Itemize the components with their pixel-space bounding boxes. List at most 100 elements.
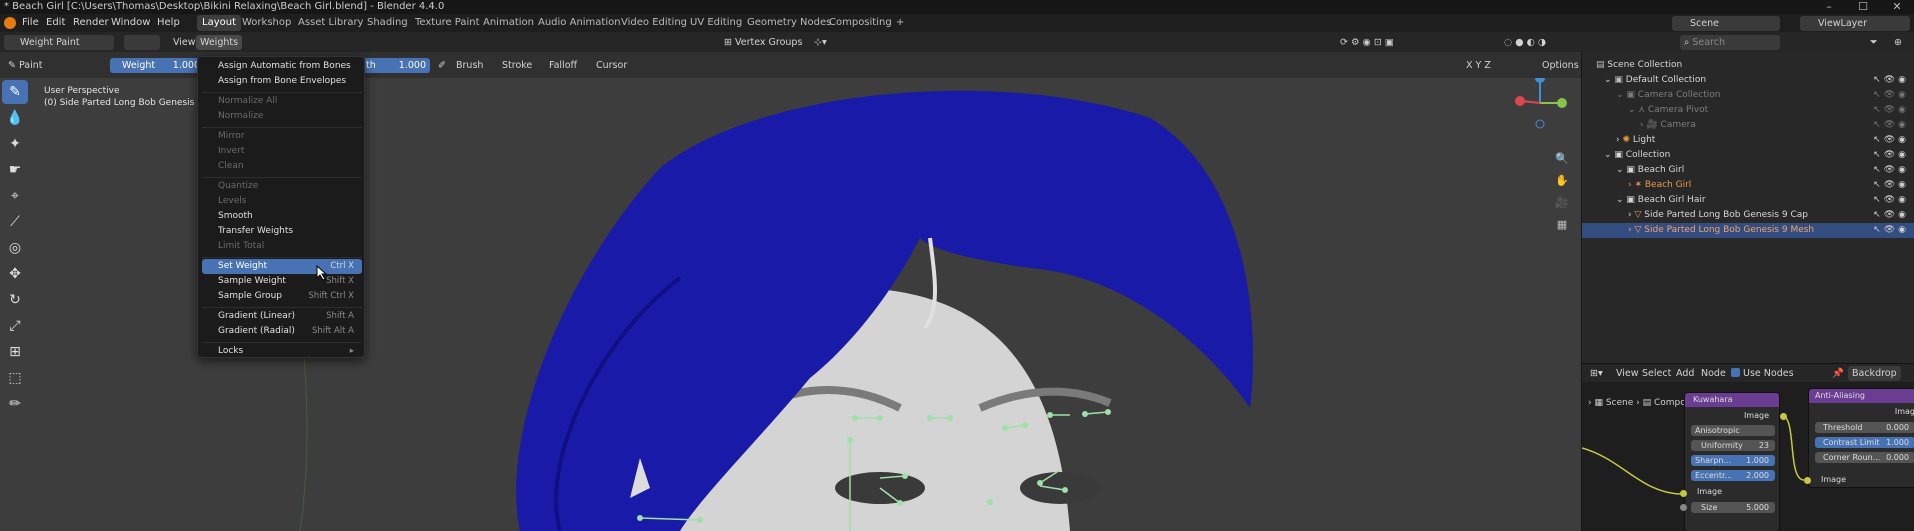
menu-item-levels[interactable]: Levels <box>202 194 362 209</box>
menu-edit[interactable]: Edit <box>42 14 69 32</box>
tab-uv-editing[interactable]: UV Editing <box>685 15 747 31</box>
kuwahara-sharpness-field[interactable]: Sharpn... 1.000 <box>1691 455 1775 466</box>
viewport-nav-buttons[interactable]: 🔍 ✋ 🎥 ▦ <box>1553 148 1571 236</box>
outliner-row-scene-collection[interactable]: ▤ Scene Collection <box>1582 58 1914 73</box>
rotate-tool-icon[interactable]: ↻ <box>2 288 28 312</box>
stroke-menu[interactable]: Stroke <box>498 58 536 73</box>
tab-texture-paint[interactable]: Texture Paint <box>410 15 485 31</box>
outliner-row-camera-collection[interactable]: ⌄ ▣ Camera Collection ↖👁◉ <box>1582 88 1914 103</box>
sample-weight-tool-icon[interactable]: ⌖ <box>2 184 28 208</box>
kuwahara-node[interactable]: Kuwahara Image Anisotropic Uniformity 23 … <box>1684 392 1780 531</box>
outliner-row-hair-cap[interactable]: › ▽ Side Parted Long Bob Genesis 9 Cap ↖… <box>1582 208 1914 223</box>
mode-selector[interactable]: Weight Paint <box>4 35 114 50</box>
menu-item-sample-weight[interactable]: Sample Weight Shift X <box>202 274 362 289</box>
menu-item-gradient-linear[interactable]: Gradient (Linear) Shift A <box>202 309 362 324</box>
outliner-row-beach-girl-collection[interactable]: ⌄ ▣ Beach Girl ↖👁◉ <box>1582 163 1914 178</box>
visibility-icons[interactable]: ↖👁◉ <box>1873 103 1909 118</box>
menu-item-limit-total[interactable]: Limit Total <box>202 239 362 254</box>
tab-geometry-nodes[interactable]: Geometry Nodes <box>742 15 836 31</box>
weight-field[interactable]: Weight 1.000 <box>110 58 204 73</box>
minimize-button[interactable]: – <box>1812 0 1846 14</box>
kuwahara-output-socket[interactable] <box>1780 413 1787 420</box>
menu-item-quantize[interactable]: Quantize <box>202 179 362 194</box>
anti-aliasing-node[interactable]: Anti-Aliasing Imag Threshold 0.000 Contra… <box>1808 388 1914 488</box>
close-button[interactable]: ✕ <box>1880 0 1914 14</box>
menu-item-set-weight[interactable]: Set Weight Ctrl X <box>202 259 362 274</box>
visibility-icons[interactable]: ↖👁◉ <box>1873 148 1909 163</box>
vertex-groups-dropdown[interactable]: ⊞ Vertex Groups <box>720 35 806 50</box>
visibility-icons[interactable]: ↖👁◉ <box>1873 133 1909 148</box>
select-box-tool-icon[interactable]: ⬚ <box>2 366 28 390</box>
cursor-menu[interactable]: Cursor <box>592 58 631 73</box>
menu-item-smooth[interactable]: Smooth <box>202 209 362 224</box>
pressure-icon[interactable]: ✐ <box>434 58 450 73</box>
menu-item-mirror[interactable]: Mirror <box>202 129 362 144</box>
kuwahara-eccentricity-field[interactable]: Eccentr... 2.000 <box>1691 470 1775 481</box>
outliner-row-default-collection[interactable]: ⌄ ▣ Default Collection ↖👁◉ <box>1582 73 1914 88</box>
menu-item-normalize-all[interactable]: Normalize All <box>202 94 362 109</box>
blender-logo-icon[interactable] <box>4 17 16 29</box>
brush-menu[interactable]: Brush <box>452 58 487 73</box>
gradient-tool-icon[interactable]: ⟋ <box>2 210 28 234</box>
falloff-menu[interactable]: Falloff <box>545 58 581 73</box>
tab-asset-library[interactable]: Asset Library <box>293 15 368 31</box>
brush-selector[interactable]: ✎ Paint <box>4 58 104 73</box>
menu-window[interactable]: Window <box>107 14 154 32</box>
shading-toggle-group[interactable] <box>124 35 160 50</box>
scene-selector[interactable]: Scene <box>1672 16 1780 31</box>
menu-help[interactable]: Help <box>153 14 184 32</box>
visibility-icons[interactable]: ↖👁◉ <box>1873 193 1909 208</box>
tab-animation[interactable]: Animation <box>478 15 539 31</box>
menu-item-sample-group[interactable]: Sample Group Shift Ctrl X <box>202 289 362 304</box>
menu-item-normalize[interactable]: Normalize <box>202 109 362 124</box>
transform-tool-icon[interactable]: ⊞ <box>2 340 28 364</box>
tab-compositing[interactable]: Compositing <box>824 15 897 31</box>
visibility-icons[interactable]: ↖👁◉ <box>1873 178 1909 193</box>
outliner-row-collection[interactable]: ⌄ ▣ Collection ↖👁◉ <box>1582 148 1914 163</box>
maximize-button[interactable]: ☐ <box>1846 0 1880 14</box>
viewport-shading-icons[interactable]: ◌ ● ◐ ◑ <box>1500 35 1550 50</box>
blur-tool-icon[interactable]: 💧 <box>2 106 28 130</box>
antialias-threshold-field[interactable]: Threshold 0.000 <box>1815 422 1914 433</box>
cursor-tool-icon[interactable]: ◎ <box>2 236 28 260</box>
menu-item-invert[interactable]: Invert <box>202 144 362 159</box>
menu-item-clean[interactable]: Clean <box>202 159 362 174</box>
outliner-row-camera[interactable]: › 🎥 Camera ↖👁◉ <box>1582 118 1914 133</box>
filter-icon[interactable]: ⏷ <box>1866 35 1882 50</box>
menu-weights[interactable]: Weights <box>196 35 243 50</box>
outliner-row-light[interactable]: › ✺ Light ↖👁◉ <box>1582 133 1914 148</box>
average-tool-icon[interactable]: ✦ <box>2 132 28 156</box>
visibility-icons[interactable]: ↖👁◉ <box>1873 208 1909 223</box>
outliner-row-camera-pivot[interactable]: ⌄ ⋏ Camera Pivot ↖👁◉ <box>1582 103 1914 118</box>
view-options-icon[interactable]: ⊹▾ <box>810 35 831 50</box>
visibility-icons[interactable]: ↖👁◉ <box>1873 118 1909 133</box>
draw-tool-icon[interactable]: ✎ <box>2 80 28 104</box>
outliner-search[interactable]: ⌕ Search <box>1680 35 1780 50</box>
antialias-contrast-field[interactable]: Contrast Limit 1.000 <box>1815 437 1914 448</box>
visibility-icons[interactable]: ↖👁◉ <box>1873 73 1909 88</box>
scale-tool-icon[interactable]: ⤢ <box>2 314 28 338</box>
kuwahara-size-field[interactable]: Size 5.000 <box>1691 502 1775 513</box>
menu-item-assign-envelopes[interactable]: Assign from Bone Envelopes <box>202 74 362 89</box>
mirror-axis-toggles[interactable]: X Y Z <box>1462 58 1495 73</box>
menu-item-gradient-radial[interactable]: Gradient (Radial) Shift Alt A <box>202 324 362 339</box>
smear-tool-icon[interactable]: ☛ <box>2 158 28 182</box>
outliner-row-hair-mesh[interactable]: › ▽ Side Parted Long Bob Genesis 9 Mesh … <box>1582 223 1914 238</box>
menu-file[interactable]: File <box>18 14 43 32</box>
strength-field[interactable]: th 1.000 <box>362 58 430 73</box>
move-tool-icon[interactable]: ✥ <box>2 262 28 286</box>
antialias-input-socket[interactable] <box>1804 477 1811 484</box>
visibility-icons[interactable]: ↖👁◉ <box>1873 223 1909 238</box>
viewlayer-selector[interactable]: ViewLayer <box>1800 16 1910 31</box>
new-collection-icon[interactable]: ⊕ <box>1890 35 1906 50</box>
add-workspace-button[interactable]: + <box>891 15 909 31</box>
kuwahara-input-socket[interactable] <box>1680 490 1687 497</box>
kuwahara-size-socket[interactable] <box>1680 504 1687 511</box>
tab-workshop[interactable]: Workshop <box>237 15 296 31</box>
compositor-node-editor[interactable]: ⊞▾ View Select Add Node Use Nodes 📌 Back… <box>1581 363 1914 531</box>
tab-video-editing[interactable]: Video Editing <box>616 15 692 31</box>
menu-item-locks[interactable]: Locks ▸ <box>202 344 362 359</box>
kuwahara-variation-dropdown[interactable]: Anisotropic <box>1691 425 1775 436</box>
menu-item-assign-automatic[interactable]: Assign Automatic from Bones <box>202 59 362 74</box>
menu-item-transfer-weights[interactable]: Transfer Weights <box>202 224 362 239</box>
